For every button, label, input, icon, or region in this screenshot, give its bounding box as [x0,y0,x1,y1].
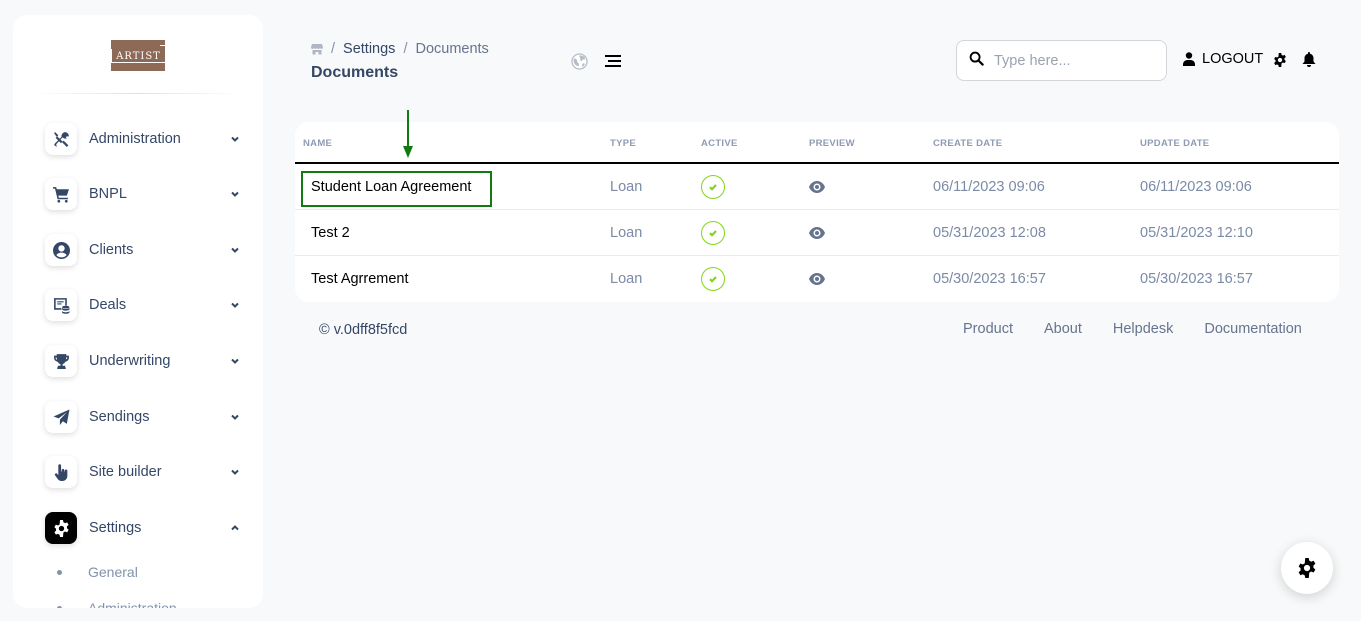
gear-icon [1298,558,1316,578]
check-circle-icon [701,175,725,199]
breadcrumb-settings[interactable]: Settings [343,41,395,57]
column-header-type[interactable]: Type [610,138,636,149]
document-name[interactable]: Test Agrrement [311,256,409,302]
table-row[interactable]: Test Agrrement Loan 05/30/2023 16:57 05/… [295,256,1339,302]
create-date: 05/30/2023 16:57 [933,271,1046,287]
preview-button[interactable] [809,256,825,302]
table-row[interactable]: Test 2 Loan 05/31/2023 12:08 05/31/2023 … [295,210,1339,256]
version-copyright: © v.0dff8f5fcd [319,322,408,338]
trophy-icon [45,345,77,377]
configurator-gear-button[interactable] [1281,542,1333,594]
chevron-up-icon [229,522,241,534]
check-circle-icon [701,221,725,245]
paper-plane-icon [45,401,77,433]
artist-logo[interactable]: ARTIST [111,40,167,71]
hamburger-menu-icon[interactable] [603,53,623,69]
update-date: 05/31/2023 12:10 [1140,225,1253,241]
user-circle-icon [45,234,77,266]
active-status [701,164,725,210]
column-header-preview[interactable]: Preview [809,138,855,149]
highlight-annotation-box [301,171,492,207]
search-icon [969,51,984,71]
sidebar-item-site-builder[interactable]: Site builder [45,455,241,489]
documents-table: Name Type Active Preview Create date Upd… [295,122,1339,302]
column-header-active[interactable]: Active [701,138,738,149]
sidebar: ARTIST Administration BNPL Clients Deals [13,15,263,608]
sidebar-item-clients[interactable]: Clients [45,233,241,267]
globe-icon[interactable] [571,53,588,70]
preview-button[interactable] [809,210,825,256]
sidebar-item-settings[interactable]: Settings [45,511,241,545]
create-date: 06/11/2023 09:06 [933,179,1045,195]
sidebar-item-underwriting[interactable]: Underwriting [45,344,241,378]
footer-link-about[interactable]: About [1044,321,1082,337]
deals-icon [45,289,77,321]
sidebar-subitem-administration[interactable]: Administration [57,600,177,608]
sidebar-subitem-general[interactable]: General [57,564,138,580]
sidebar-divider [33,93,243,94]
shop-icon[interactable] [311,43,323,55]
update-date: 05/30/2023 16:57 [1140,271,1253,287]
bullet-dot [57,605,62,608]
eye-icon [809,227,825,239]
update-date: 06/11/2023 09:06 [1140,179,1252,195]
column-header-create-date[interactable]: Create date [933,138,1002,149]
preview-button[interactable] [809,164,825,210]
active-status [701,210,725,256]
page-title: Documents [311,64,399,81]
column-header-name[interactable]: Name [303,138,332,149]
eye-icon [809,181,825,193]
footer-link-documentation[interactable]: Documentation [1204,321,1302,337]
user-icon [1183,52,1195,66]
sidebar-item-deals[interactable]: Deals [45,288,241,322]
eye-icon [809,273,825,285]
chevron-down-icon [229,188,241,200]
chevron-down-icon [229,244,241,256]
cart-icon [45,178,77,210]
chevron-down-icon [229,466,241,478]
document-type: Loan [610,225,643,241]
gear-icon [45,512,77,544]
footer-links: Product About Helpdesk Documentation [963,321,1302,337]
bell-icon[interactable] [1302,52,1316,67]
breadcrumb-documents: Documents [415,41,489,57]
logout-button[interactable]: LOGOUT [1183,51,1263,67]
sidebar-item-bnpl[interactable]: BNPL [45,177,241,211]
sidebar-item-administration[interactable]: Administration [45,122,241,156]
tools-icon [45,123,77,155]
search-input[interactable] [994,52,1154,69]
chevron-down-icon [229,411,241,423]
pointer-hand-icon [45,456,77,488]
settings-gear-icon[interactable] [1273,53,1287,67]
footer-link-product[interactable]: Product [963,321,1013,337]
check-circle-icon [701,267,725,291]
document-type: Loan [610,179,643,195]
document-name[interactable]: Test 2 [311,210,350,256]
active-status [701,256,725,302]
create-date: 05/31/2023 12:08 [933,225,1046,241]
chevron-down-icon [229,299,241,311]
chevron-down-icon [229,355,241,367]
search-box[interactable] [956,40,1167,81]
chevron-down-icon [229,133,241,145]
breadcrumb: / Settings / Documents [311,41,489,57]
annotation-arrow [398,110,418,160]
bullet-dot [57,569,62,575]
sidebar-item-sendings[interactable]: Sendings [45,400,241,434]
document-type: Loan [610,271,643,287]
footer-link-helpdesk[interactable]: Helpdesk [1113,321,1173,337]
column-header-update-date[interactable]: Update date [1140,138,1209,149]
